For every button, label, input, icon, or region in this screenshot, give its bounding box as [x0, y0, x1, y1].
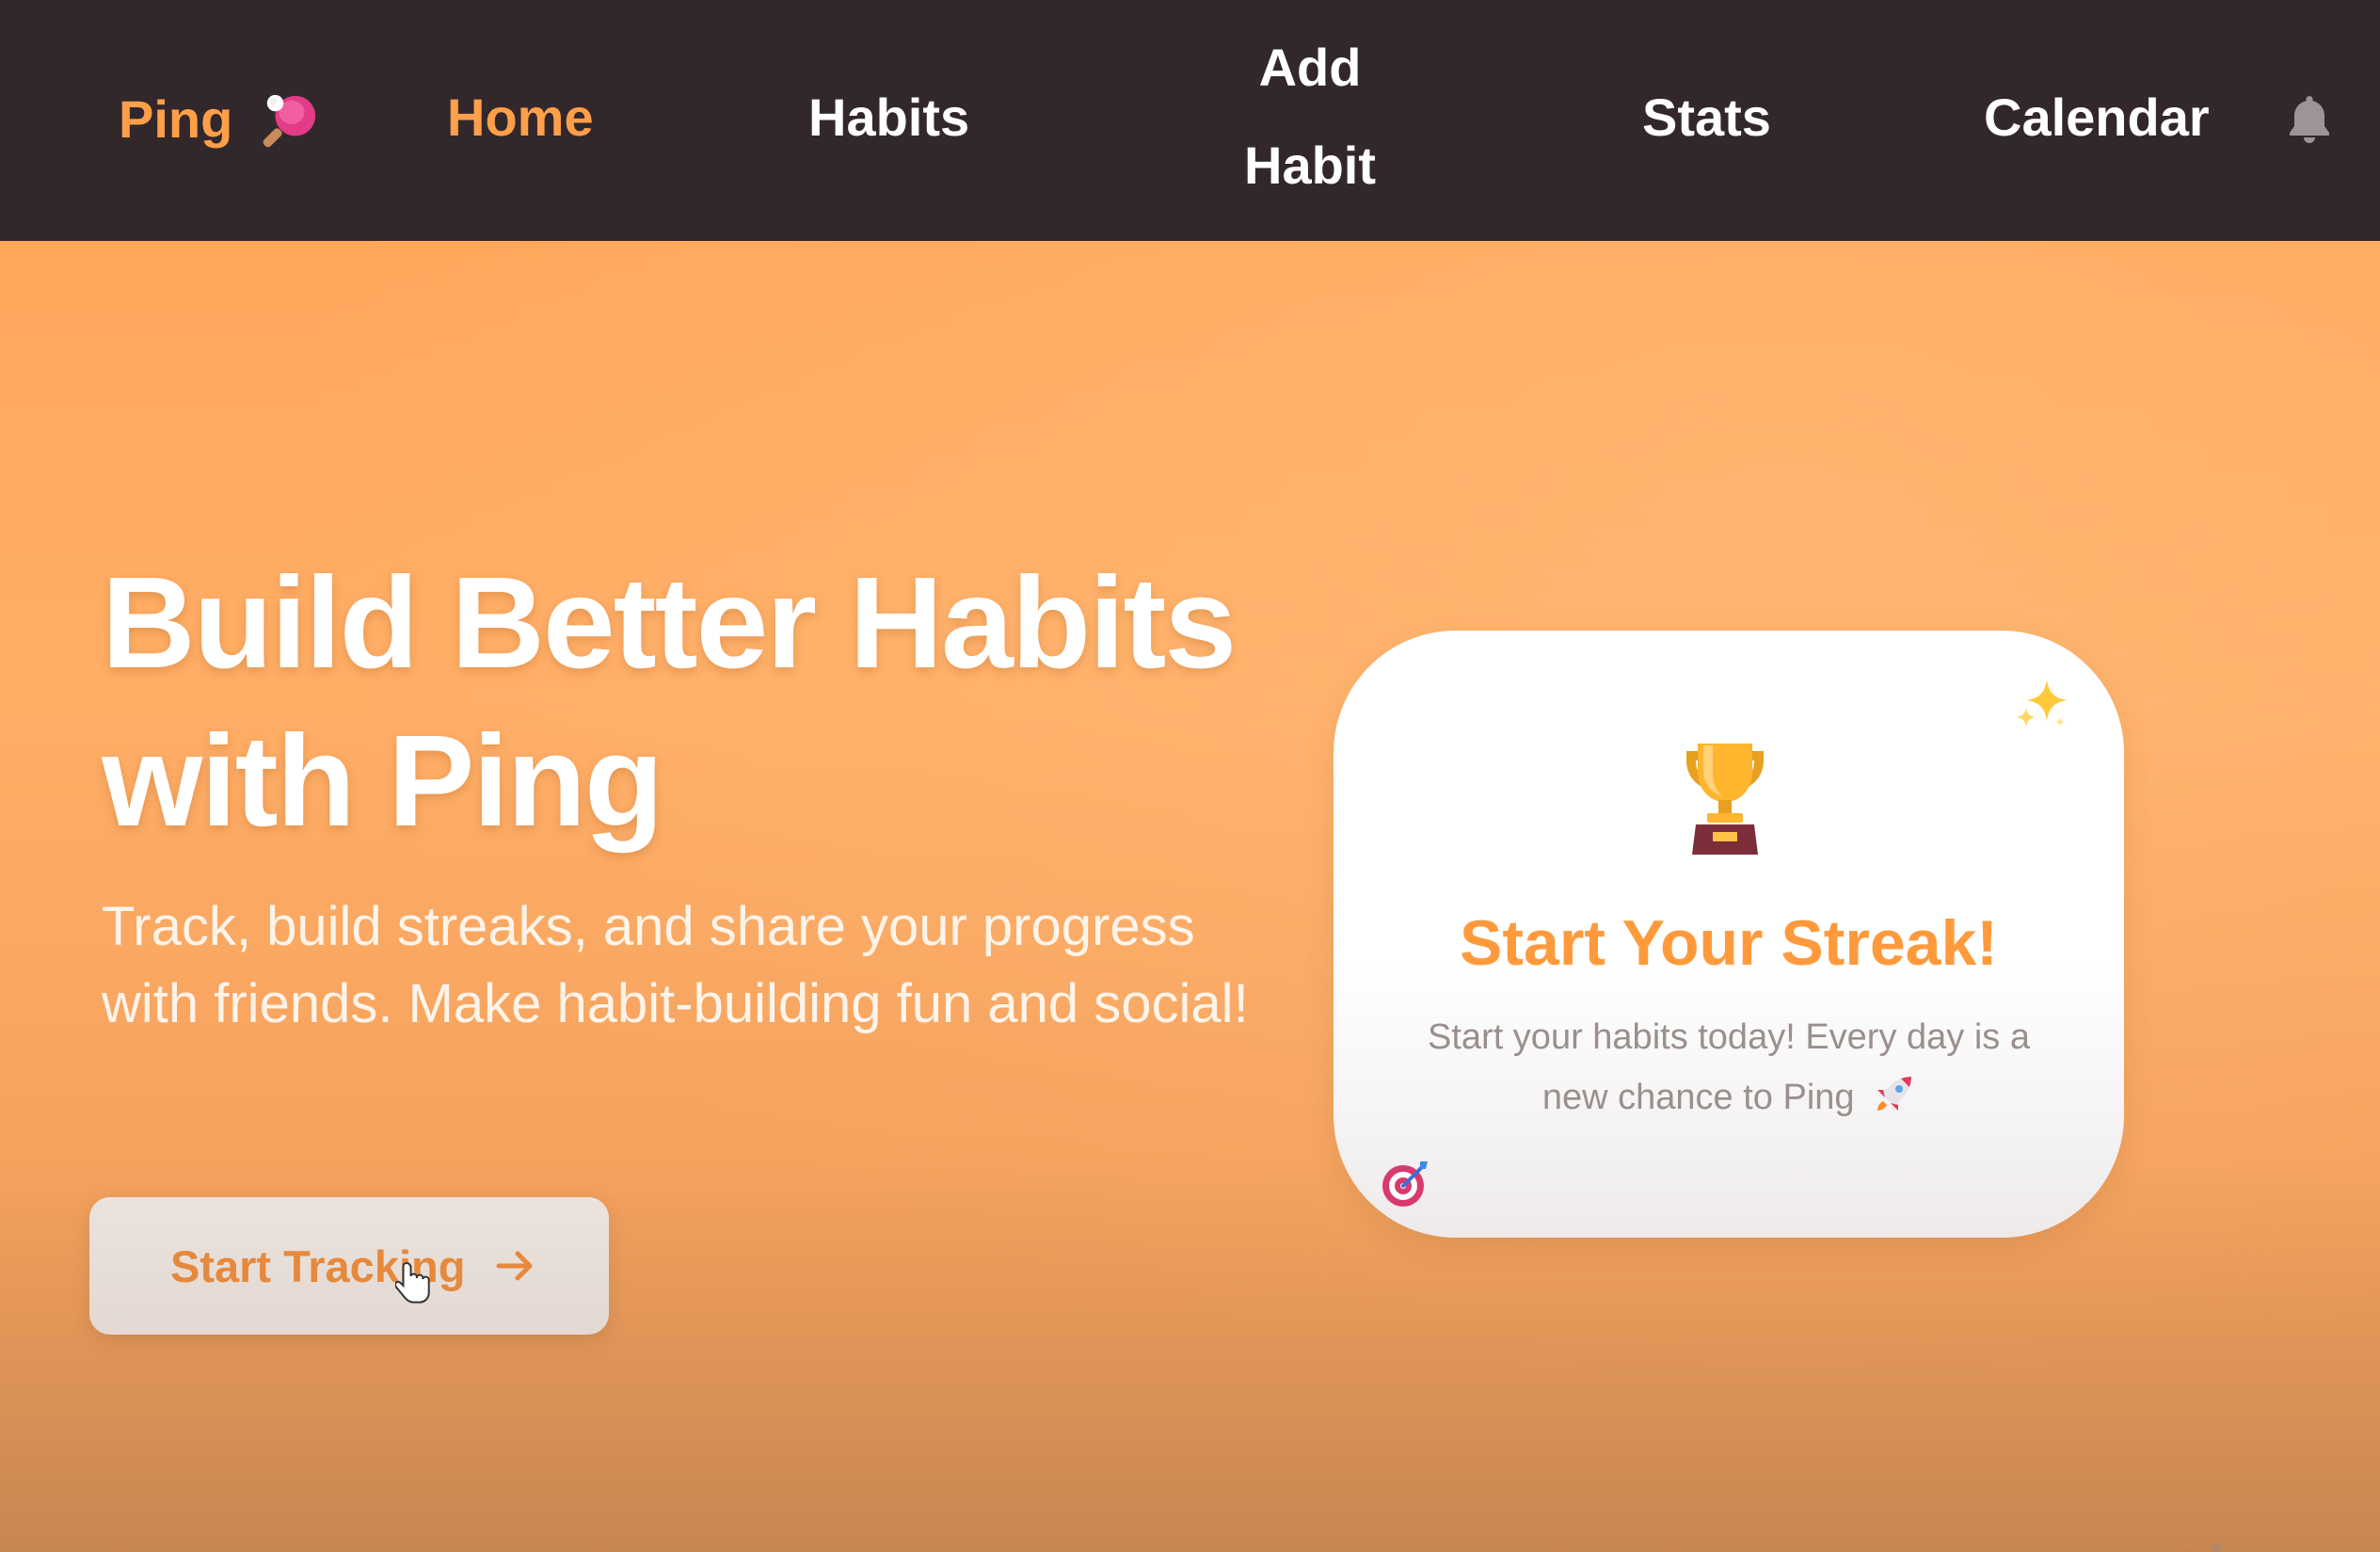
card-title: Start Your Streak!	[1460, 907, 1998, 979]
trophy-icon	[1686, 744, 1764, 855]
streak-card: Start Your Streak! Start your habits tod…	[1334, 631, 2124, 1238]
rocket-icon	[1877, 1077, 1912, 1111]
dart-target-icon	[1382, 1161, 1428, 1207]
card-description-text: Start your habits today! Every day is a …	[1428, 1017, 2030, 1117]
hero-title: Build Better Habits with Ping	[102, 551, 1237, 854]
brand-logo-link[interactable]: Ping	[119, 90, 319, 149]
hero-subtitle: Track, build streaks, and share your pro…	[102, 896, 1249, 1034]
bell-icon[interactable]	[2285, 92, 2334, 145]
sparkles-icon	[2017, 680, 2068, 727]
nav-link-add-habit[interactable]: Add Habit	[1239, 19, 1381, 215]
dart-target-icon	[2180, 1544, 2223, 1552]
arrow-right-icon	[496, 1251, 533, 1281]
nav-link-home[interactable]: Home	[447, 91, 594, 144]
nav-link-habits[interactable]: Habits	[808, 91, 969, 144]
brand-name: Ping	[119, 89, 233, 149]
top-navbar: Ping Home Habits Add Habit Stats Calenda…	[0, 0, 2380, 241]
nav-link-stats[interactable]: Stats	[1642, 91, 1771, 144]
hero-section: Build Better Habits with Ping Track, bui…	[0, 241, 2380, 1552]
nav-link-calendar[interactable]: Calendar	[1984, 91, 2210, 144]
ping-pong-paddle-icon	[263, 94, 316, 148]
card-description: Start your habits today! Every day is a …	[1399, 1007, 2058, 1128]
start-tracking-button[interactable]: Start Tracking	[89, 1197, 609, 1335]
hand-cursor-icon	[395, 1261, 430, 1304]
